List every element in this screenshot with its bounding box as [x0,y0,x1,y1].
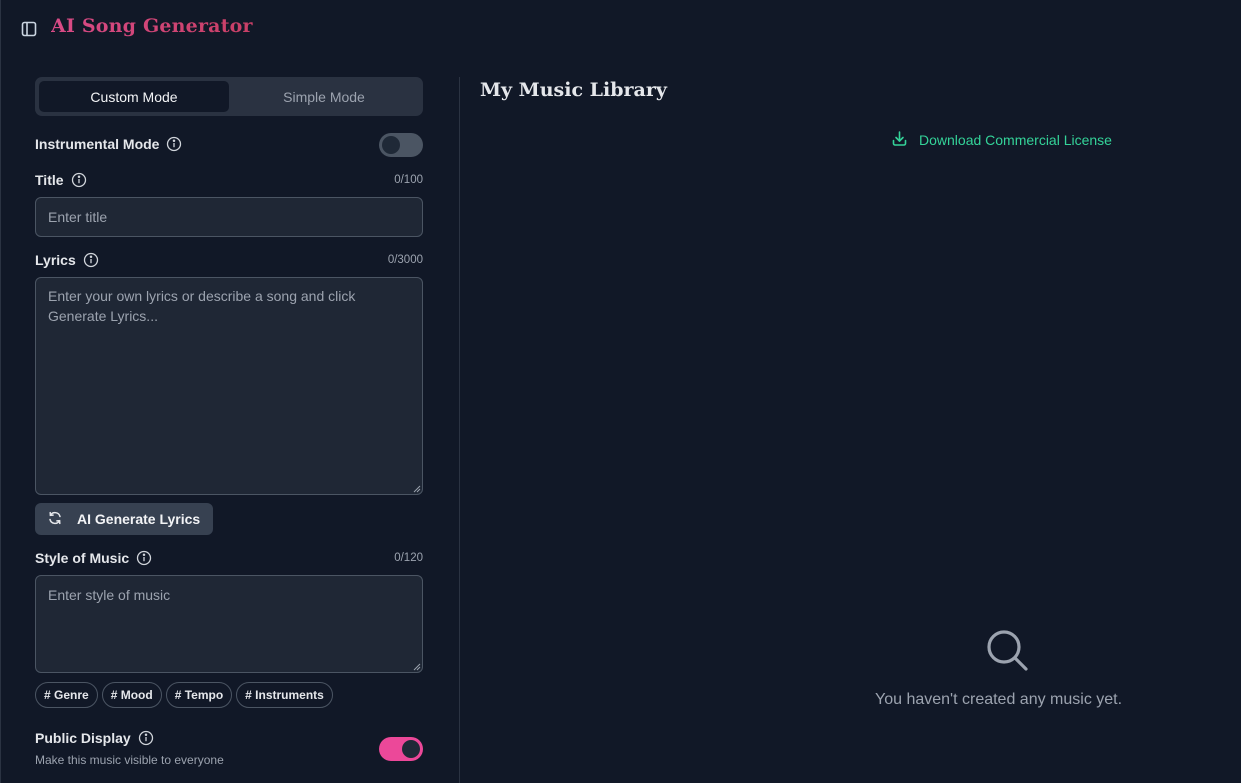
instrumental-mode-toggle[interactable] [379,133,423,157]
public-display-toggle[interactable] [379,737,423,761]
public-display-label: Public Display [35,730,131,746]
sidebar-panel-icon[interactable] [20,20,38,38]
custom-mode-tab[interactable]: Custom Mode [39,81,229,112]
title-label-row: Title [35,172,87,188]
header: AI Song Generator [1,0,1241,60]
info-icon[interactable] [83,252,99,268]
instrumental-mode-label: Instrumental Mode [35,136,160,152]
style-tags: # Genre # Mood # Tempo # Instruments [35,682,333,708]
style-label-row: Style of Music [35,550,152,566]
panel-divider [459,77,460,783]
info-icon[interactable] [136,550,152,566]
tag-instruments[interactable]: # Instruments [236,682,333,708]
lyrics-label-row: Lyrics [35,252,99,268]
mode-switch: Custom Mode Simple Mode [35,77,423,116]
tag-tempo[interactable]: # Tempo [165,682,233,708]
simple-mode-tab[interactable]: Simple Mode [229,81,419,112]
lyrics-textarea[interactable] [35,277,423,495]
title-input[interactable] [35,197,423,237]
refresh-icon [47,510,63,529]
info-icon[interactable] [166,136,182,152]
ai-generate-lyrics-button[interactable]: AI Generate Lyrics [35,503,213,535]
lyrics-counter: 0/3000 [387,254,423,266]
toggle-knob [382,136,400,154]
lyrics-label: Lyrics [35,252,76,268]
library-title: My Music Library [480,79,667,101]
download-license-link[interactable]: Download Commercial License [891,130,1112,150]
toggle-knob [402,740,420,758]
title-label: Title [35,172,64,188]
instrumental-mode-label-row: Instrumental Mode [35,136,182,152]
style-counter: 0/120 [394,552,423,564]
search-icon [985,628,1029,672]
empty-library-message: You haven't created any music yet. [875,691,1123,708]
info-icon[interactable] [138,730,154,746]
title-counter: 0/100 [394,174,423,186]
download-icon [891,130,908,150]
style-textarea[interactable] [35,575,423,673]
app-title: AI Song Generator [51,15,253,37]
style-label: Style of Music [35,550,130,566]
ai-generate-lyrics-label: AI Generate Lyrics [77,511,201,527]
tag-genre[interactable]: # Genre [35,682,98,708]
info-icon[interactable] [71,172,87,188]
app-window: AI Song Generator Custom Mode Simple Mod… [0,0,1241,783]
public-display-label-row: Public Display [35,730,154,746]
download-license-label: Download Commercial License [919,132,1112,148]
tag-mood[interactable]: # Mood [101,682,162,708]
public-display-description: Make this music visible to everyone [35,753,224,767]
